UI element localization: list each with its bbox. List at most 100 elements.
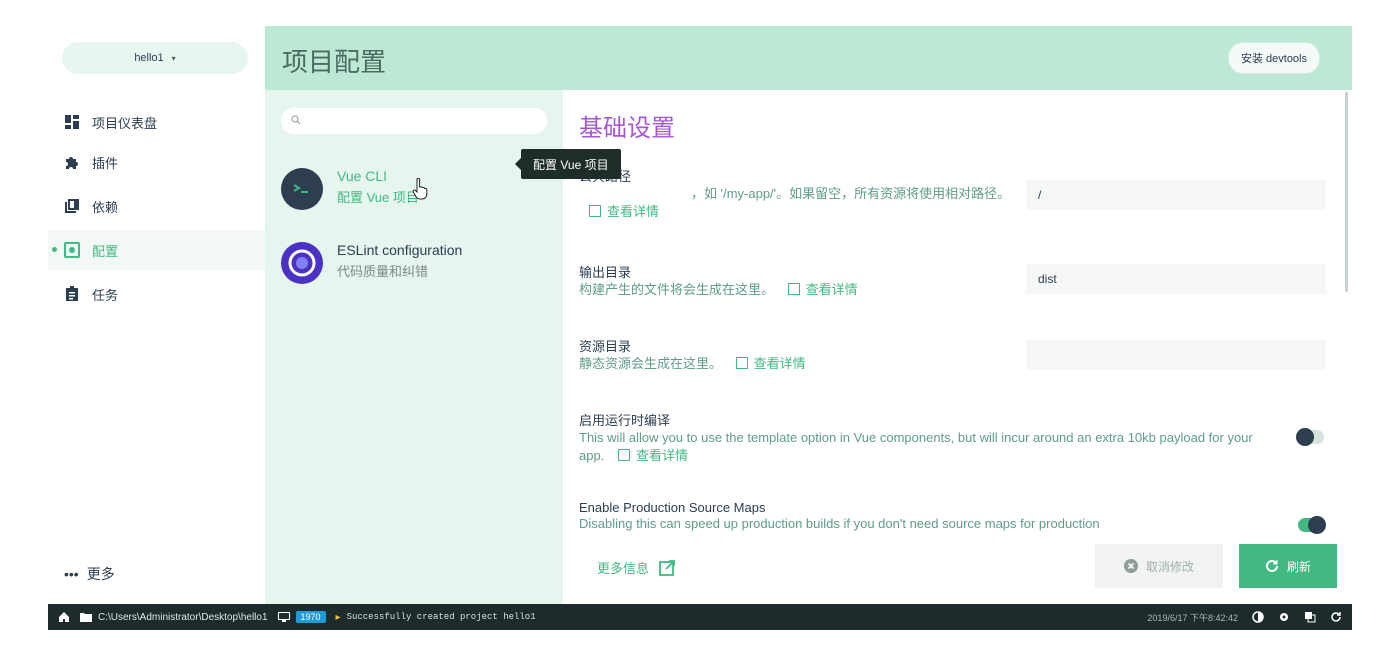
field-help: ，如 '/my-app/'。如果留空，所有资源将使用相对路径。 查看详情 — [579, 185, 1019, 221]
field-runtime-compiler: 启用运行时编译 This will allow you to use the t… — [579, 410, 1279, 465]
project-path: C:\Users\Administrator\Desktop\hello1 — [98, 611, 268, 623]
assignment-icon — [64, 286, 80, 302]
search-icon — [291, 115, 301, 125]
search-input[interactable] — [281, 108, 547, 134]
translate-icon[interactable] — [1304, 611, 1316, 623]
field-help: 构建产生的文件将会生成在这里。 查看详情 — [579, 281, 1019, 299]
chevron-down-icon: ▾ — [171, 53, 176, 63]
field-help-text: ，如 '/my-app/'。如果留空，所有资源将使用相对路径。 — [691, 186, 1011, 201]
open-in-new-icon — [787, 283, 800, 295]
config-main: 基础设置 公共路径 ，如 '/my-app/'。如果留空，所有资源将使用相对路径… — [563, 90, 1352, 604]
nav-item-dependencies[interactable]: 依赖 — [48, 186, 265, 226]
scrollbar[interactable] — [1345, 92, 1348, 292]
toggle-knob — [1296, 428, 1314, 446]
details-link[interactable]: 查看详情 — [617, 448, 688, 463]
cancel-icon — [1123, 559, 1138, 573]
settings-application-icon — [64, 242, 80, 258]
app-window: hello1 ▾ 项目仪表盘 插件 依赖 配置 任务 ••• 更多 项目配置 安… — [48, 26, 1352, 604]
statusbar-console[interactable]: 1970 — [277, 611, 326, 623]
field-help-text: 构建产生的文件将会生成在这里。 — [579, 282, 775, 297]
field-help: 静态资源会生成在这里。 查看详情 — [579, 355, 1019, 373]
home-icon — [59, 612, 69, 622]
page-header: 项目配置 安装 devtools — [265, 26, 1352, 90]
field-label: 输出目录 — [579, 265, 632, 280]
nav-item-label: 依赖 — [92, 199, 119, 215]
toggle-knob — [1308, 516, 1326, 534]
more-label: 更多 — [86, 566, 115, 582]
puzzle-icon — [64, 154, 80, 170]
page-title: 项目配置 — [282, 47, 387, 77]
status-bar: C:\Users\Administrator\Desktop\hello1 19… — [48, 604, 1352, 630]
source-maps-toggle[interactable] — [1298, 516, 1326, 534]
section-title: 基础设置 — [579, 115, 675, 142]
field-public-path: 公共路径 ，如 '/my-app/'。如果留空，所有资源将使用相对路径。 查看详… — [579, 166, 1019, 221]
left-navigation: hello1 ▾ 项目仪表盘 插件 依赖 配置 任务 ••• 更多 — [48, 26, 265, 604]
details-link-label: 查看详情 — [805, 282, 858, 297]
nav-item-dashboard[interactable]: 项目仪表盘 — [48, 102, 265, 142]
field-help: This will allow you to use the template … — [579, 429, 1259, 465]
field-production-source-maps: Enable Production Source Maps Disabling … — [579, 500, 1279, 533]
nav-item-label: 项目仪表盘 — [92, 115, 158, 131]
more-info-label: 更多信息 — [597, 561, 650, 576]
field-assets-dir: 资源目录 静态资源会生成在这里。 查看详情 — [579, 336, 1019, 373]
public-path-input[interactable]: / — [1026, 180, 1326, 210]
theme-toggle-icon[interactable] — [1252, 611, 1264, 623]
install-devtools-button[interactable]: 安装 devtools — [1227, 42, 1320, 74]
field-label: 资源目录 — [579, 339, 632, 354]
statusbar-log[interactable]: ▸ Successfully created project hello1 — [336, 612, 536, 623]
details-link[interactable]: 查看详情 — [787, 282, 858, 297]
runtime-compiler-toggle[interactable] — [1296, 428, 1324, 446]
details-link[interactable]: 查看详情 — [589, 204, 659, 219]
log-message: Successfully created project hello1 — [346, 612, 536, 622]
details-link-label: 查看详情 — [635, 448, 688, 463]
refresh-button[interactable]: 刷新 — [1239, 544, 1337, 588]
eslint-logo-icon — [281, 242, 323, 284]
hand-cursor-icon — [412, 178, 428, 200]
dashboard-icon — [64, 114, 80, 130]
port-badge: 1970 — [295, 611, 326, 623]
log-arrow-icon: ▸ — [335, 611, 341, 623]
open-in-new-icon — [617, 449, 630, 461]
datetime: 2019/6/17 下午8:42:42 — [1147, 612, 1238, 623]
cancel-label: 取消修改 — [1145, 559, 1194, 574]
nav-item-label: 任务 — [92, 287, 119, 303]
open-in-new-icon — [735, 357, 748, 369]
nav-item-label: 插件 — [92, 155, 119, 171]
output-dir-input[interactable]: dist — [1026, 264, 1326, 294]
statusbar-right: 2019/6/17 下午8:42:42 — [1147, 604, 1342, 630]
nav-item-plugins[interactable]: 插件 — [48, 142, 265, 182]
assets-dir-input[interactable] — [1026, 340, 1326, 370]
plugin-tooltip: 配置 Vue 项目 — [515, 149, 621, 179]
folder-icon — [80, 613, 92, 622]
more-info-link[interactable]: 更多信息 — [597, 558, 675, 577]
library-icon — [64, 198, 80, 214]
cancel-changes-button[interactable]: 取消修改 — [1095, 544, 1223, 588]
field-help-text: Disabling this can speed up production b… — [579, 516, 1100, 531]
nav-item-label: 配置 — [92, 243, 119, 259]
details-link[interactable]: 查看详情 — [735, 356, 806, 371]
refresh-icon — [1266, 559, 1278, 572]
refresh-label: 刷新 — [1286, 559, 1311, 574]
project-selector[interactable]: hello1 ▾ — [62, 42, 248, 74]
more-dots-icon: ••• — [64, 566, 79, 582]
nav-item-configuration[interactable]: 配置 — [48, 230, 265, 270]
statusbar-project-path[interactable]: C:\Users\Administrator\Desktop\hello1 — [80, 612, 268, 623]
plugin-item-eslint[interactable]: ESLint configuration 代码质量和纠错 — [281, 238, 551, 288]
refresh-icon[interactable] — [1330, 611, 1342, 623]
plugin-description: 代码质量和纠错 — [337, 264, 429, 279]
monitor-icon — [277, 612, 290, 622]
project-name: hello1 — [134, 52, 164, 64]
nav-item-tasks[interactable]: 任务 — [48, 274, 265, 314]
field-label: 公共路径 — [579, 166, 1019, 185]
settings-icon[interactable] — [1278, 611, 1290, 623]
plugin-name: ESLint configuration — [337, 242, 463, 258]
statusbar-home[interactable] — [58, 611, 70, 623]
action-bar: 更多信息 取消修改 刷新 — [563, 534, 1352, 604]
more-menu[interactable]: ••• 更多 — [64, 564, 115, 584]
open-in-new-icon — [589, 205, 601, 217]
details-link-label: 查看详情 — [753, 356, 806, 371]
vue-cli-logo-icon — [281, 168, 323, 210]
active-indicator — [52, 247, 57, 252]
field-help-text: 静态资源会生成在这里。 — [579, 356, 723, 371]
plugin-name: Vue CLI — [337, 168, 388, 184]
